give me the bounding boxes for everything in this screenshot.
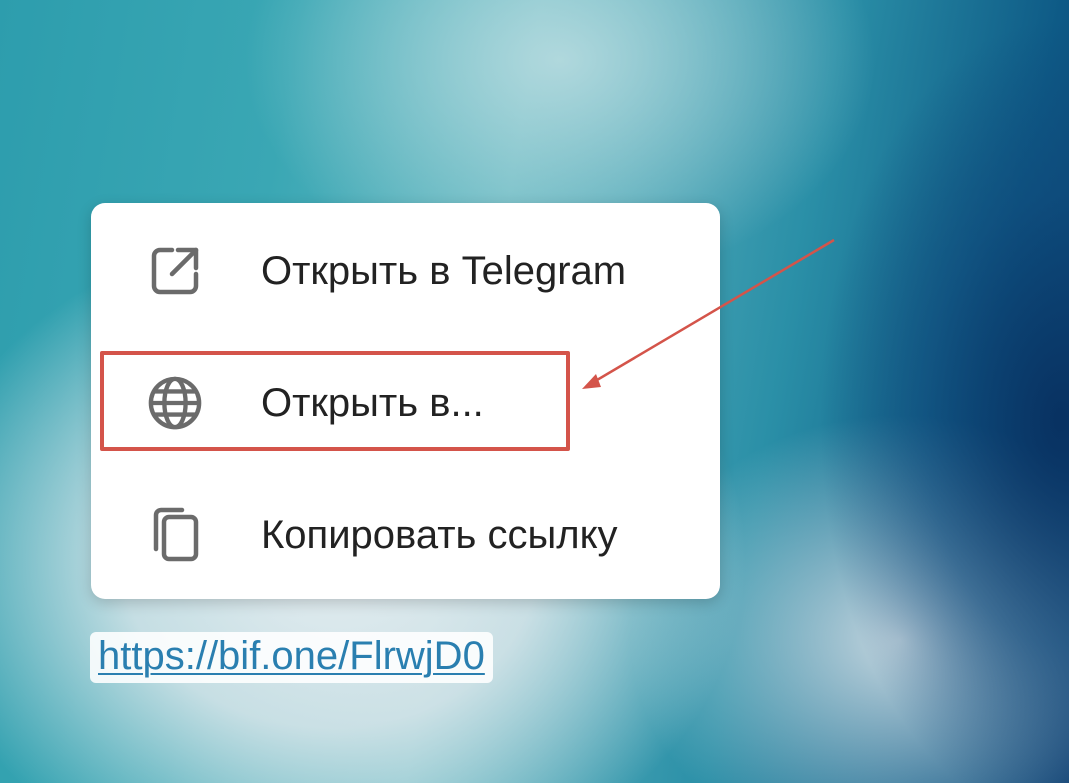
message-link[interactable]: https://bif.one/FlrwjD0	[90, 632, 493, 683]
chat-background: Открыть в Telegram Открыть в... Копирова…	[0, 0, 1069, 783]
menu-item-open-in[interactable]: Открыть в...	[91, 337, 720, 469]
context-menu: Открыть в Telegram Открыть в... Копирова…	[91, 203, 720, 599]
menu-item-label: Открыть в Telegram	[261, 248, 627, 293]
open-external-icon	[147, 243, 203, 299]
menu-item-label: Копировать ссылку	[261, 512, 618, 557]
copy-icon	[147, 507, 203, 563]
globe-icon	[147, 375, 203, 431]
menu-item-copy-link[interactable]: Копировать ссылку	[91, 469, 720, 601]
menu-item-label: Открыть в...	[261, 380, 484, 425]
menu-item-open-in-telegram[interactable]: Открыть в Telegram	[91, 205, 720, 337]
